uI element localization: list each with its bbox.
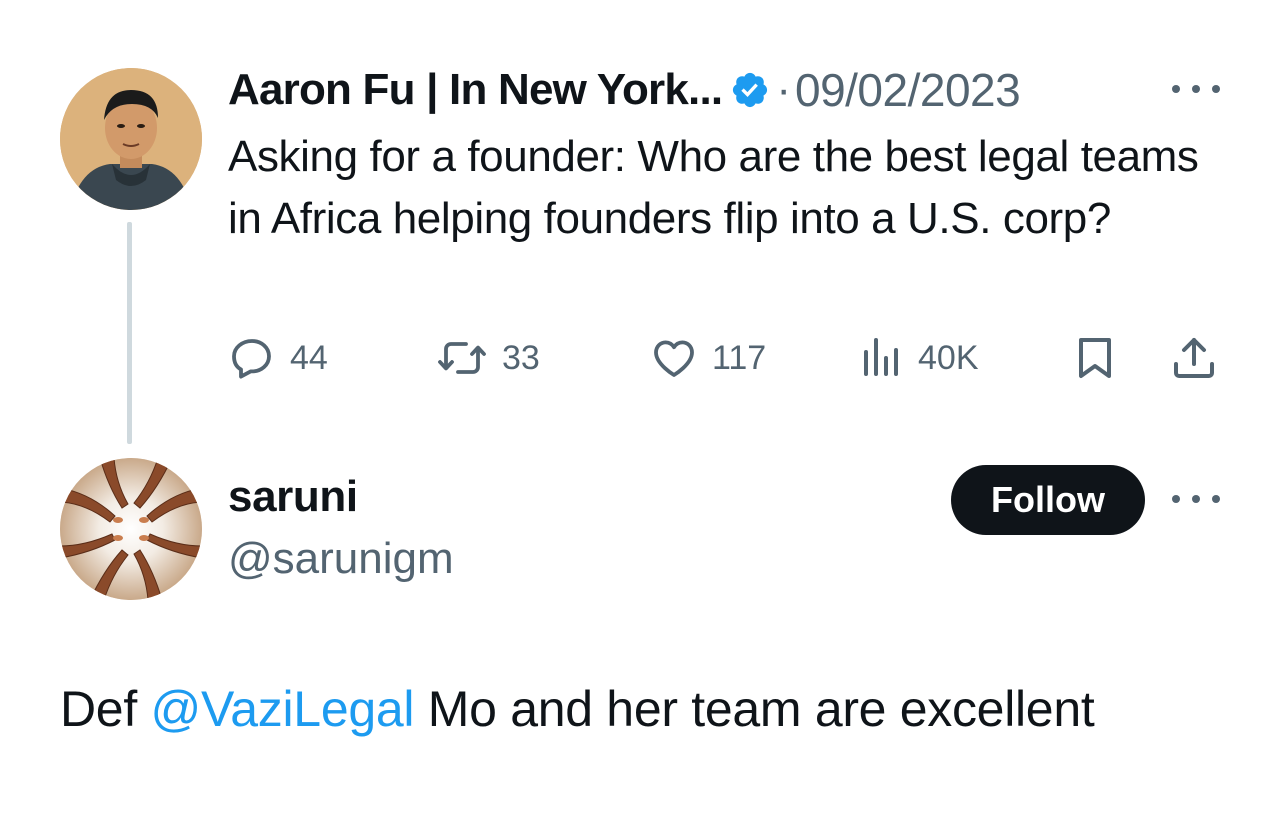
share-button[interactable] — [1170, 330, 1218, 386]
views-icon — [860, 334, 904, 382]
reply-text-after: Mo and her team are excellent — [414, 681, 1095, 737]
verified-badge-icon — [730, 70, 770, 110]
retweet-icon — [436, 334, 488, 382]
follow-button[interactable]: Follow — [951, 465, 1145, 535]
retweet-button[interactable]: 33 — [436, 330, 540, 386]
tweet-timestamp[interactable]: 09/02/2023 — [795, 63, 1021, 117]
tweet-header: Aaron Fu | In New York... · 09/02/2023 — [228, 60, 1021, 120]
tweet-actions: 44 33 117 40K — [228, 330, 1228, 386]
more-icon[interactable] — [1172, 484, 1220, 514]
avatar-saruni[interactable] — [60, 458, 202, 600]
reply-count: 44 — [290, 338, 328, 377]
share-icon — [1170, 334, 1218, 382]
reply-text-before: Def — [60, 681, 151, 737]
bookmark-icon — [1073, 334, 1117, 382]
views-count: 40K — [918, 338, 979, 377]
reply-button[interactable]: 44 — [228, 330, 328, 386]
more-icon[interactable] — [1172, 74, 1220, 104]
like-button[interactable]: 117 — [650, 330, 766, 386]
like-count: 117 — [712, 338, 767, 377]
reply-display-name[interactable]: saruni — [228, 472, 358, 522]
reply-handle[interactable]: @sarunigm — [228, 534, 454, 584]
author-display-name[interactable]: Aaron Fu | In New York... — [228, 65, 723, 115]
header-separator: · — [776, 65, 791, 114]
tweet-text: Asking for a founder: Who are the best l… — [228, 132, 1199, 243]
mention-link[interactable]: @VaziLegal — [151, 681, 415, 737]
reply-text: Def @VaziLegal Mo and her team are excel… — [60, 680, 1095, 738]
heart-icon — [650, 334, 698, 382]
views-button[interactable]: 40K — [860, 330, 979, 386]
reply-icon — [228, 334, 276, 382]
thread-line — [127, 222, 132, 444]
bookmark-button[interactable] — [1073, 330, 1117, 386]
avatar-aaron[interactable] — [60, 68, 202, 210]
retweet-count: 33 — [502, 338, 540, 377]
